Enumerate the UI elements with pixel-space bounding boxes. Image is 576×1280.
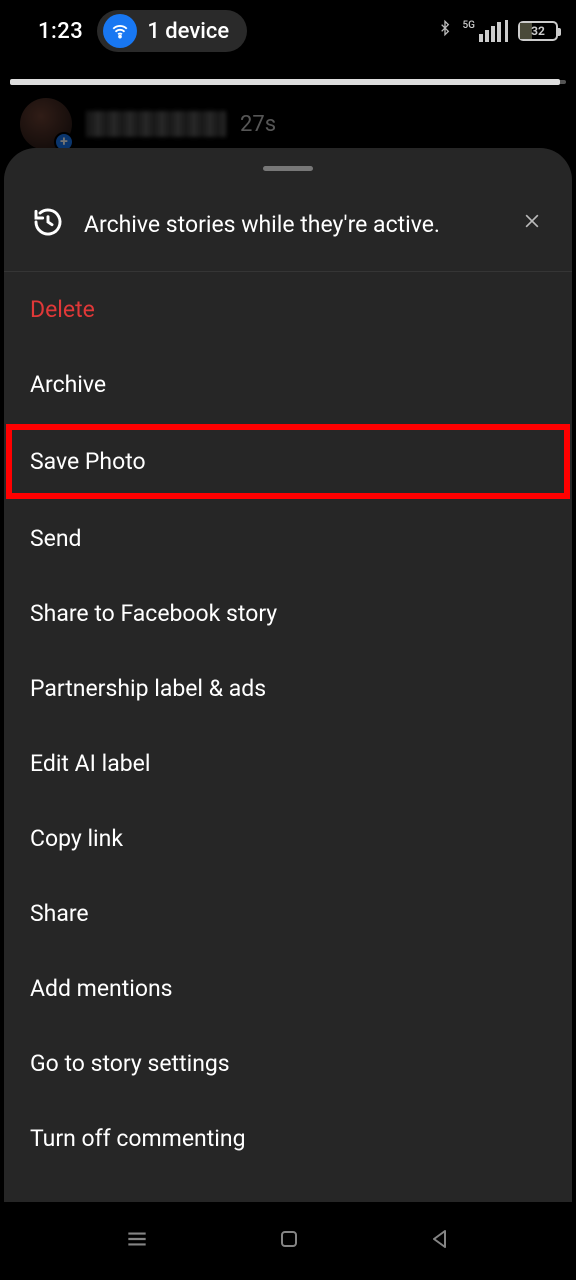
recents-icon[interactable] — [124, 1226, 150, 1256]
story-actions-sheet: Archive stories while they're active. De… — [4, 148, 572, 1202]
devices-pill[interactable]: 1 device — [97, 10, 247, 52]
back-icon[interactable] — [428, 1227, 452, 1255]
signal-icon: 5G — [463, 20, 509, 42]
clock: 1:23 — [38, 19, 83, 44]
history-icon — [32, 206, 64, 242]
menu-item-add-mentions[interactable]: Add mentions — [4, 951, 572, 1026]
bluetooth-icon — [437, 17, 453, 45]
android-navbar — [0, 1202, 576, 1280]
menu-item-copy-link[interactable]: Copy link — [4, 801, 572, 876]
devices-label: 1 device — [147, 19, 229, 44]
menu-item-share-facebook[interactable]: Share to Facebook story — [4, 576, 572, 651]
menu-item-send[interactable]: Send — [4, 501, 572, 576]
status-left: 1:23 1 device — [38, 10, 247, 52]
menu-item-partnership[interactable]: Partnership label & ads — [4, 651, 572, 726]
menu-item-turn-off-commenting[interactable]: Turn off commenting — [4, 1101, 572, 1176]
menu-item-delete[interactable]: Delete — [4, 272, 572, 347]
status-right: 5G 32 — [437, 17, 559, 45]
avatar[interactable]: + — [20, 98, 72, 150]
close-icon[interactable] — [516, 205, 548, 243]
wifi-icon — [103, 14, 137, 48]
menu-item-archive[interactable]: Archive — [4, 347, 572, 422]
menu-item-share[interactable]: Share — [4, 876, 572, 951]
story-header: + 27s — [0, 84, 576, 150]
archive-hint-text: Archive stories while they're active. — [84, 211, 496, 238]
sheet-drag-handle[interactable] — [263, 166, 313, 171]
actions-menu: Delete Archive Save Photo Send Share to … — [4, 272, 572, 1202]
menu-item-story-settings[interactable]: Go to story settings — [4, 1026, 572, 1101]
username-redacted — [86, 111, 226, 137]
menu-item-save-photo[interactable]: Save Photo — [8, 426, 568, 497]
battery-icon: 32 — [518, 21, 558, 41]
home-icon[interactable] — [277, 1227, 301, 1255]
archive-hint-row: Archive stories while they're active. — [4, 205, 572, 272]
story-age: 27s — [240, 112, 276, 137]
menu-item-edit-ai-label[interactable]: Edit AI label — [4, 726, 572, 801]
status-bar: 1:23 1 device 5G 32 — [0, 0, 576, 62]
